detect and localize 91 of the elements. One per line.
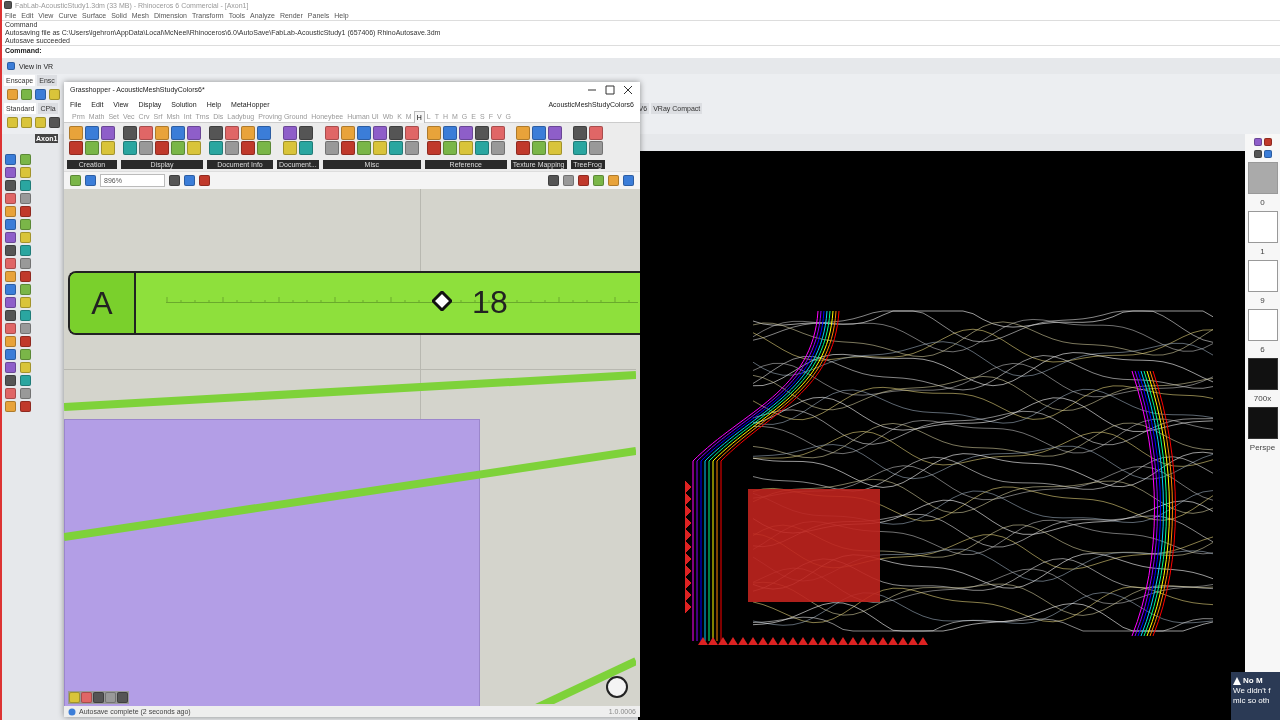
display-mode-icon[interactable] — [578, 175, 589, 186]
component-icon[interactable] — [298, 126, 313, 140]
component-icon[interactable] — [404, 141, 419, 155]
component-icon[interactable] — [572, 126, 587, 140]
palette-icon[interactable] — [1253, 138, 1262, 146]
component-icon[interactable] — [340, 141, 355, 155]
tool-icon[interactable] — [5, 167, 16, 178]
component-icon[interactable] — [458, 126, 473, 140]
canvas-widget-icon[interactable] — [105, 692, 116, 703]
toolbar-icon[interactable] — [49, 89, 60, 100]
component-icon[interactable] — [388, 126, 403, 140]
component-icon[interactable] — [490, 126, 505, 140]
save-icon[interactable] — [1253, 150, 1262, 158]
pen-icon[interactable] — [199, 175, 210, 186]
app-icon[interactable] — [4, 1, 12, 9]
canvas-widget-icon[interactable] — [81, 692, 92, 703]
thumbnail-label: 0 — [1260, 198, 1265, 207]
vr-icon[interactable] — [7, 62, 15, 70]
component-icon[interactable] — [426, 141, 441, 155]
number-slider[interactable]: A 18 — [68, 271, 640, 335]
display-mode-icon[interactable] — [593, 175, 604, 186]
component-icon[interactable] — [356, 126, 371, 140]
slider-name: A — [70, 273, 136, 333]
component-icon[interactable] — [588, 141, 603, 155]
thumbnail-label: 1 — [1260, 247, 1265, 256]
view-thumbnail[interactable] — [1247, 211, 1278, 243]
component-icon[interactable] — [490, 141, 505, 155]
tool-icon[interactable] — [5, 362, 16, 373]
open-file-icon[interactable] — [70, 175, 81, 186]
component-icon[interactable] — [388, 141, 403, 155]
toolbar-icon[interactable] — [21, 117, 32, 128]
view-thumbnail[interactable] — [1247, 407, 1278, 439]
component-icon[interactable] — [298, 141, 313, 155]
view-thumbnail[interactable] — [1247, 260, 1278, 292]
zoom-extents-icon[interactable] — [169, 175, 180, 186]
navigation-wheel-icon[interactable] — [604, 674, 630, 700]
toolbar-icon[interactable] — [7, 117, 18, 128]
display-mode-icon[interactable] — [608, 175, 619, 186]
tool-icon[interactable] — [5, 232, 16, 243]
tool-icon[interactable] — [20, 401, 31, 412]
status-icon — [68, 707, 76, 716]
component-icon[interactable] — [474, 141, 489, 155]
notification-text: We didn't f — [1233, 686, 1271, 695]
component-icon[interactable] — [404, 126, 419, 140]
warning-icon — [1233, 676, 1241, 685]
notification-text: mic so oth — [1233, 696, 1270, 705]
component-icon[interactable] — [588, 126, 603, 140]
slider-track[interactable]: 18 — [166, 291, 640, 311]
toolbar-icon[interactable] — [49, 117, 60, 128]
component-icon[interactable] — [282, 126, 297, 140]
view-thumbnail[interactable] — [1247, 309, 1278, 341]
close-icon[interactable] — [622, 83, 634, 96]
thumbnail-label: 700x — [1253, 394, 1272, 403]
view-thumbnail[interactable] — [1247, 162, 1278, 194]
toolbar-icon[interactable] — [35, 89, 46, 100]
display-mode-icon[interactable] — [623, 175, 634, 186]
component-icon[interactable] — [515, 141, 530, 155]
tool-icon[interactable] — [20, 206, 31, 217]
component-icon[interactable] — [372, 126, 387, 140]
thumbnail-label: 9 — [1260, 296, 1265, 305]
tool-icon[interactable] — [5, 245, 16, 256]
component-icon[interactable] — [531, 126, 546, 140]
tool-icon[interactable] — [20, 271, 31, 282]
component-icon[interactable] — [324, 141, 339, 155]
toolbar-icon[interactable] — [35, 117, 46, 128]
preview-icon[interactable] — [184, 175, 195, 186]
tool-icon[interactable] — [5, 180, 16, 191]
canvas-widget-icon[interactable] — [69, 692, 80, 703]
toolbar-icon[interactable] — [7, 89, 18, 100]
display-mode-icon[interactable] — [548, 175, 559, 186]
toolbar-icon[interactable] — [21, 89, 32, 100]
tool-icon[interactable] — [5, 375, 16, 386]
canvas-widget-icon[interactable] — [117, 692, 128, 703]
component-icon[interactable] — [547, 126, 562, 140]
display-mode-icon[interactable] — [563, 175, 574, 186]
component-icon[interactable] — [572, 141, 587, 155]
slider-thumb[interactable] — [432, 291, 453, 311]
view-thumbnail[interactable] — [1247, 358, 1278, 390]
tool-icon[interactable] — [5, 297, 16, 308]
component-icon[interactable] — [474, 126, 489, 140]
pen-icon[interactable] — [1263, 150, 1272, 158]
tool-icon[interactable] — [5, 310, 16, 321]
tool-icon[interactable] — [20, 336, 31, 347]
thumbnail-label: 6 — [1260, 345, 1265, 354]
thumbnail-label: Perspe — [1249, 443, 1276, 452]
maximize-icon[interactable] — [604, 83, 616, 96]
canvas-widget-icon[interactable] — [93, 692, 104, 703]
component-icon[interactable] — [442, 126, 457, 140]
component-icon[interactable] — [324, 126, 339, 140]
notification-title: No M — [1243, 676, 1263, 685]
tool-icon[interactable] — [1263, 138, 1272, 146]
